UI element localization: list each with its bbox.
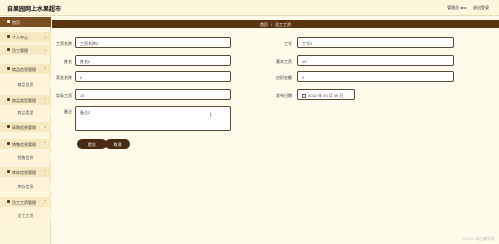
top-header: 自果园网上水果超市 管理员 abo 退出登录	[0, 0, 499, 16]
submit-button[interactable]: 提交	[77, 139, 107, 149]
breadcrumb-bar: 首页 / 员工工资	[52, 20, 499, 28]
publish-date-label: 发布日期	[276, 93, 292, 98]
sidebar-subitem-inventory-info[interactable]: 库存信息	[0, 181, 51, 191]
sidebar-subitem-salary[interactable]: 员工工资	[0, 210, 51, 220]
home-icon	[7, 20, 10, 23]
breadcrumb-separator: /	[270, 22, 273, 27]
name-label: 姓名	[64, 59, 72, 64]
breadcrumb-current: 员工工资	[275, 22, 292, 27]
sidebar-item-label: 商品类型管理	[12, 98, 36, 103]
sidebar-subitem-sales-info[interactable]: 销售信息	[0, 152, 51, 162]
user-icon	[7, 35, 10, 38]
name-field[interactable]: 姓名2	[75, 55, 231, 66]
deduction-field[interactable]: 2	[297, 71, 454, 82]
app-title: 自果园网上水果超市	[7, 7, 62, 13]
sidebar-item-label: 员工工资管理	[12, 200, 36, 205]
watermark: CSDN @后端毕设	[462, 236, 495, 241]
deduction-label: 应扣金额	[276, 75, 292, 80]
sales-icon	[7, 142, 10, 145]
chevron-up-icon: ⌃	[43, 169, 47, 174]
chevron-up-icon: ⌃	[43, 141, 47, 146]
remark-label: 备注	[64, 109, 72, 114]
people-icon	[7, 48, 10, 51]
tag-icon	[7, 98, 10, 101]
bonus-name-label: 奖金名称	[56, 75, 72, 80]
sidebar-item-label: 个人中心	[12, 35, 28, 40]
base-salary-field[interactable]: 10	[297, 55, 454, 66]
sidebar-item-label: 商品信息管理	[12, 67, 36, 72]
bonus-name-field[interactable]: 2	[75, 71, 231, 82]
sidebar-item-label: 首页	[12, 20, 20, 25]
top-links: 管理员 abo 退出登录	[442, 5, 489, 11]
sidebar-item-purchase-management[interactable]: 采购信息管理 ⌄	[0, 122, 51, 132]
breadcrumb-home[interactable]: 首页	[260, 22, 268, 27]
employee-id-label: 工号	[284, 41, 292, 46]
calendar-icon	[302, 94, 306, 98]
sidebar-item-label: 销售信息管理	[12, 142, 36, 147]
actual-salary-field[interactable]: 10	[75, 89, 231, 100]
publish-date-value: 2022 年 03 月 09 日	[308, 93, 344, 98]
sidebar-item-label: 库存信息	[17, 184, 34, 189]
cancel-button[interactable]: 取消	[105, 139, 130, 149]
actual-salary-label: 实际工资	[56, 93, 72, 98]
chevron-down-icon: ⌄	[43, 124, 47, 129]
sidebar-item-home[interactable]: 首页	[0, 17, 51, 27]
sidebar-item-label: 采购信息管理	[12, 125, 36, 130]
wallet-icon	[7, 200, 10, 203]
logout-link[interactable]: 退出登录	[473, 5, 489, 10]
sidebar-item-inventory-management[interactable]: 库存信息管理 ⌃	[0, 167, 51, 177]
remark-textarea[interactable]: 备注2	[75, 106, 231, 131]
sidebar-item-label: 销售信息	[17, 155, 34, 160]
cart-icon	[7, 125, 10, 128]
sidebar-item-sales-management[interactable]: 销售信息管理 ⌃	[0, 139, 51, 149]
sidebar-item-label: 员工管理	[12, 48, 28, 53]
chevron-down-icon: ⌄	[43, 34, 47, 39]
admin-user-link[interactable]: 管理员 abo	[447, 5, 467, 10]
chevron-down-icon: ⌄	[43, 47, 47, 52]
box-icon	[7, 67, 10, 70]
sidebar-item-product-info-management[interactable]: 商品信息管理 ⌃	[0, 64, 51, 74]
sidebar-item-label: 员工工资	[17, 213, 34, 218]
sidebar-item-label: 库存信息管理	[12, 170, 36, 175]
text-cursor-icon: I	[210, 113, 212, 119]
sidebar-item-label: 商品信息	[17, 82, 34, 87]
base-salary-label: 基本工资	[276, 59, 292, 64]
breadcrumb: 首页 / 员工工资	[52, 22, 499, 28]
chevron-up-icon: ⌃	[43, 199, 47, 204]
employee-id-field[interactable]: 工号2	[297, 37, 454, 48]
sidebar-item-salary-management[interactable]: 员工工资管理 ⌃	[0, 197, 51, 207]
warehouse-icon	[7, 170, 10, 173]
publish-date-field[interactable]: 2022 年 03 月 09 日	[297, 89, 355, 100]
sidebar: 首页 个人中心 ⌄ 员工管理 ⌄ 商品信息管理 ⌃ 商品信息 商品类型管理 ⌃ …	[0, 17, 51, 244]
salary-name-field[interactable]: 工资名称2	[75, 37, 231, 48]
salary-name-label: 工资名称	[56, 41, 72, 46]
chevron-up-icon: ⌃	[43, 66, 47, 71]
